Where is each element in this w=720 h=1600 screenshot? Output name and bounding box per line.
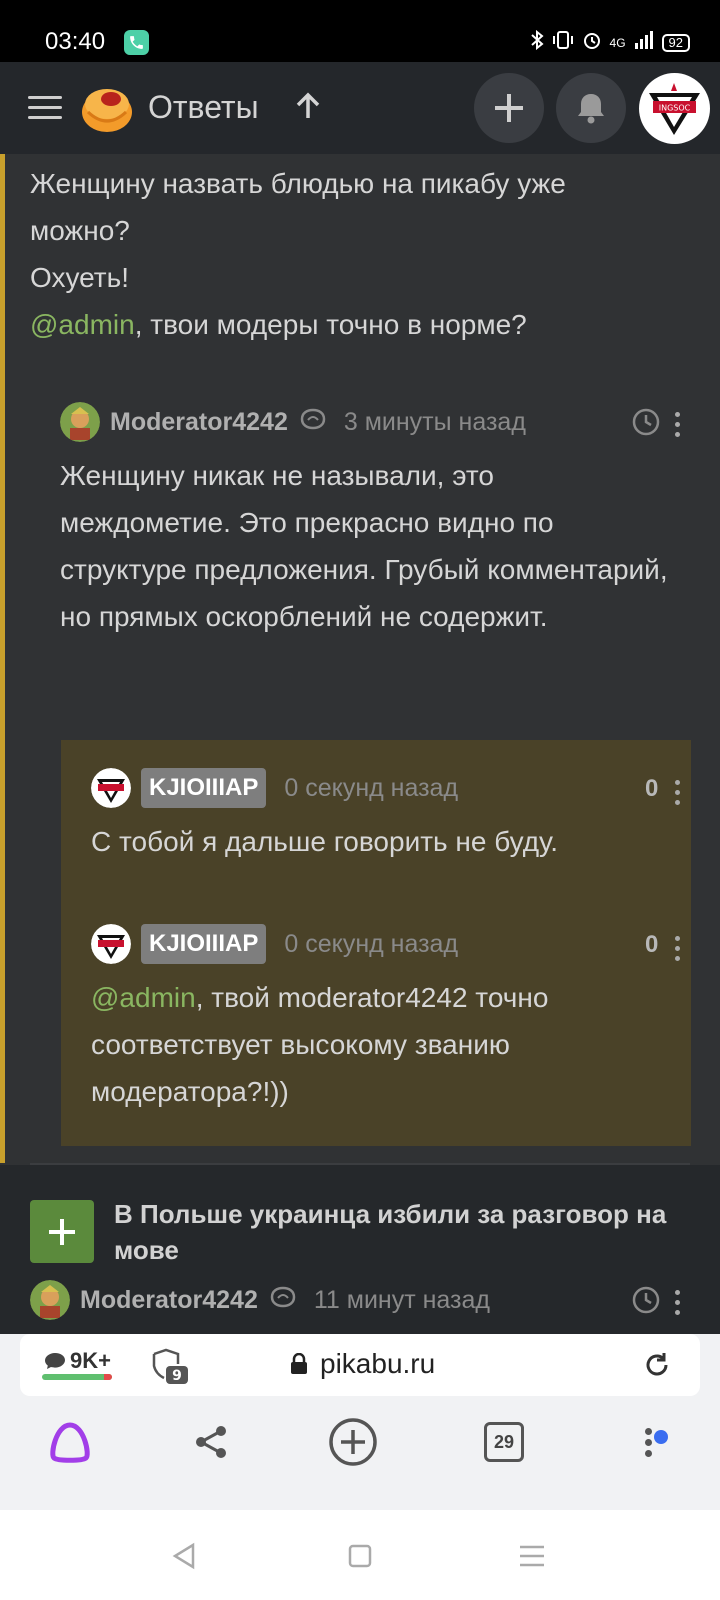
reply-score: 0 (645, 931, 659, 958)
app-header: Ответы INGSOC (0, 62, 720, 154)
scroll-up-arrow-icon[interactable] (295, 92, 321, 127)
svg-text:INGSOC: INGSOC (659, 104, 691, 113)
speech-bubble-icon (45, 1353, 65, 1369)
status-time: 03:40 (45, 28, 106, 55)
next-post-card: В Польше украинца избили за разговор на … (0, 1165, 720, 1334)
notifications-button[interactable] (556, 73, 626, 143)
post-author-avatar[interactable] (30, 1280, 70, 1320)
moderator-avatar[interactable] (60, 402, 100, 442)
post-author-header: Moderator4242 11 минут назад (30, 1280, 490, 1320)
parent-comment-text: Женщину назвать блюдью на пикабу уже мож… (30, 168, 566, 340)
system-navigation-bar (0, 1510, 720, 1600)
address-bar[interactable]: 9K+ 9 pikabu.ru (20, 1334, 700, 1396)
comment-more-icon[interactable] (675, 412, 681, 442)
history-clock-icon[interactable] (632, 1286, 660, 1319)
status-bar: 03:40 4G 92 (0, 0, 720, 62)
lock-icon (291, 1353, 307, 1374)
post-time: 11 минут назад (313, 1285, 490, 1314)
reply-highlight-box: KJIOIIIAP 0 секунд назад 0 С тобой я дал… (61, 740, 691, 1146)
tab-count: 29 (484, 1422, 524, 1462)
reply-score: 0 (645, 775, 659, 802)
bell-icon (578, 94, 604, 124)
add-post-button[interactable] (474, 73, 544, 143)
reply-time: 0 секунд назад (284, 773, 459, 802)
comment-header: Moderator4242 3 минуты назад (60, 402, 526, 442)
plus-icon (49, 1218, 75, 1245)
reply-header: KJIOIIIAP 0 секунд назад (91, 924, 458, 964)
battery-level: 92 (661, 33, 690, 52)
post-author[interactable]: Moderator4242 (80, 1286, 258, 1315)
reply-time: 0 секунд назад (284, 929, 459, 958)
alice-assistant-icon[interactable] (40, 1412, 100, 1472)
menu-icon[interactable] (28, 96, 62, 120)
recents-icon[interactable] (510, 1534, 554, 1578)
post-title[interactable]: В Польше украинца избили за разговор на … (114, 1196, 694, 1268)
thread-highlight-bar (0, 154, 5, 1163)
moderator-badge-icon (300, 408, 326, 437)
alarm-icon (582, 30, 602, 55)
comment-time: 3 минуты назад (343, 407, 526, 436)
pikabu-logo-icon[interactable] (80, 82, 134, 134)
url-display[interactable]: pikabu.ru (290, 1348, 435, 1380)
plus-circle-icon (329, 1418, 377, 1466)
status-icons: 4G 92 (530, 29, 690, 55)
new-tab-button[interactable] (323, 1412, 383, 1472)
svg-text:9: 9 (172, 1368, 182, 1384)
back-icon[interactable] (162, 1534, 206, 1578)
plus-icon (495, 94, 523, 122)
comment-author[interactable]: Moderator4242 (110, 408, 288, 437)
tabs-button[interactable]: 29 (474, 1412, 534, 1472)
share-icon[interactable] (181, 1412, 241, 1472)
bluetooth-icon (530, 29, 544, 55)
comments-thread: Женщину назвать блюдью на пикабу уже мож… (0, 154, 720, 1334)
page-title: Ответы (148, 89, 259, 125)
rating-bar (42, 1374, 112, 1380)
browser-menu-icon[interactable] (618, 1412, 678, 1472)
reply-avatar[interactable] (91, 924, 131, 964)
reload-icon[interactable] (642, 1350, 672, 1385)
reply-header: KJIOIIIAP 0 секунд назад (91, 768, 458, 808)
mention-link[interactable]: @admin (30, 309, 135, 340)
vibrate-icon (552, 30, 574, 55)
reply-text: С тобой я дальше говорить не буду. (91, 826, 559, 857)
reply-author[interactable]: KJIOIIIAP (141, 924, 267, 964)
reply-text: @admin, твой moderator4242 точно соответ… (91, 982, 549, 1107)
home-icon[interactable] (338, 1534, 382, 1578)
call-indicator-icon (124, 30, 149, 55)
reply-avatar[interactable] (91, 768, 131, 808)
moderator-comment-text: Женщину никак не называли, это междомети… (60, 460, 668, 632)
menu-notification-dot (654, 1430, 668, 1444)
browser-toolbar: 9K+ 9 pikabu.ru 29 (0, 1334, 720, 1510)
user-avatar[interactable]: INGSOC (639, 73, 710, 144)
moderator-badge-icon (270, 1286, 296, 1315)
network-type: 4G (609, 35, 626, 50)
history-clock-icon[interactable] (632, 408, 660, 441)
reply-author[interactable]: KJIOIIIAP (141, 768, 267, 808)
reply-more-icon[interactable] (675, 780, 681, 810)
post-more-icon[interactable] (675, 1290, 681, 1320)
signal-icon (634, 31, 654, 54)
comments-counter[interactable]: 9K+ (44, 1348, 111, 1374)
mention-link[interactable]: @admin (91, 982, 196, 1013)
expand-post-button[interactable] (30, 1200, 94, 1263)
protect-tabs-icon[interactable]: 9 (150, 1346, 190, 1391)
reply-more-icon[interactable] (675, 936, 681, 966)
